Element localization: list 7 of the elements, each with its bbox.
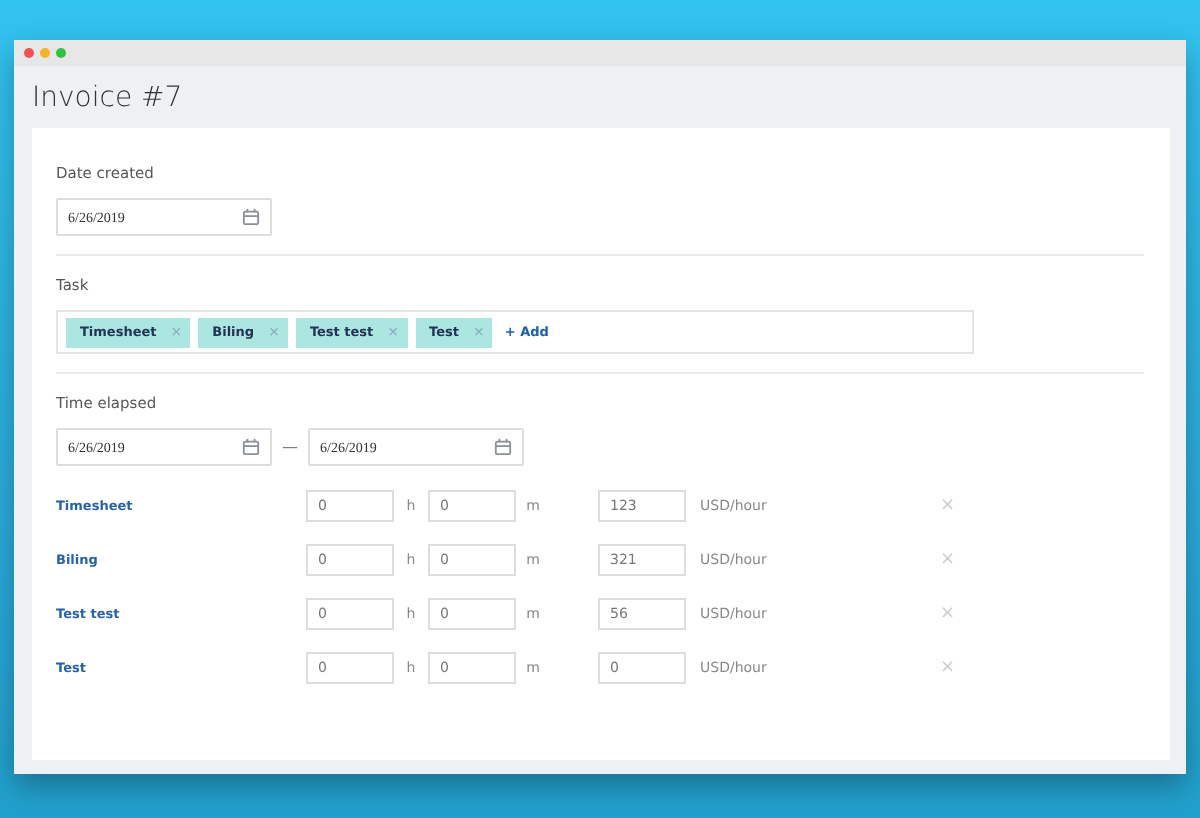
calendar-icon[interactable] bbox=[242, 438, 260, 456]
maximize-button[interactable] bbox=[56, 48, 66, 58]
calendar-icon[interactable] bbox=[242, 208, 260, 226]
calendar-icon[interactable] bbox=[494, 438, 512, 456]
close-button[interactable] bbox=[24, 48, 34, 58]
range-dash: — bbox=[282, 438, 298, 456]
page-title: Invoice #7 bbox=[32, 81, 183, 113]
